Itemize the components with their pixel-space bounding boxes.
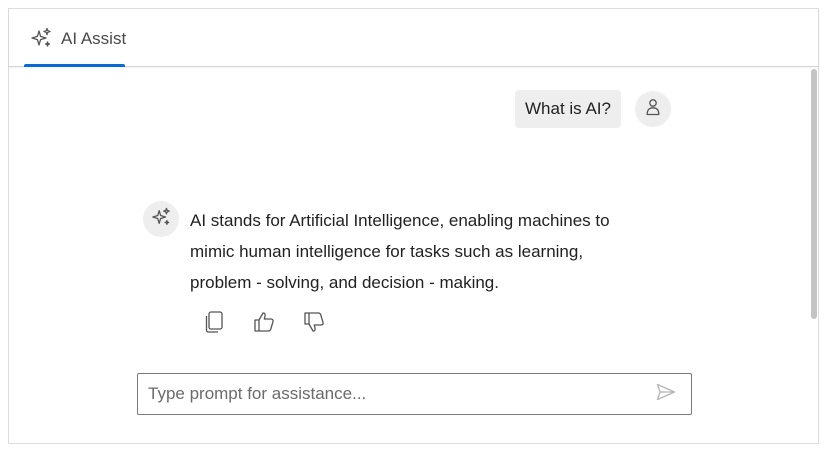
tab-label: AI Assist [61,29,127,48]
ai-response-line: mimic human intelligence for tasks such … [190,242,584,261]
scrollbar[interactable] [810,67,818,443]
response-toolbar [199,309,329,339]
ai-assist-panel: AI Assist What is AI? AI stands for Arti… [8,8,819,444]
copy-button[interactable] [199,309,229,339]
tab-ai-assist[interactable]: AI Assist [24,9,127,67]
thumbs-down-icon [302,310,326,339]
user-message-bubble: What is AI? [515,90,621,128]
like-button[interactable] [249,309,279,339]
copy-icon [203,310,225,339]
send-button[interactable] [655,383,677,405]
prompt-input[interactable] [138,374,638,414]
send-icon [656,383,676,406]
sparkle-icon [30,27,52,49]
chat-area[interactable]: What is AI? AI stands for Artificial Int… [9,67,818,443]
tab-header: AI Assist [9,9,818,67]
user-icon [643,97,663,122]
prompt-box [137,373,692,415]
ai-avatar [143,201,179,237]
scrollbar-thumb[interactable] [811,69,817,319]
thumbs-up-icon [252,310,276,339]
ai-response-line: AI stands for Artificial Intelligence, e… [190,211,610,230]
user-avatar [635,91,671,127]
dislike-button[interactable] [299,309,329,339]
ai-response-line: problem - solving, and decision - making… [190,273,499,292]
ai-response-text: AI stands for Artificial Intelligence, e… [190,205,640,298]
sparkle-icon [151,207,171,232]
